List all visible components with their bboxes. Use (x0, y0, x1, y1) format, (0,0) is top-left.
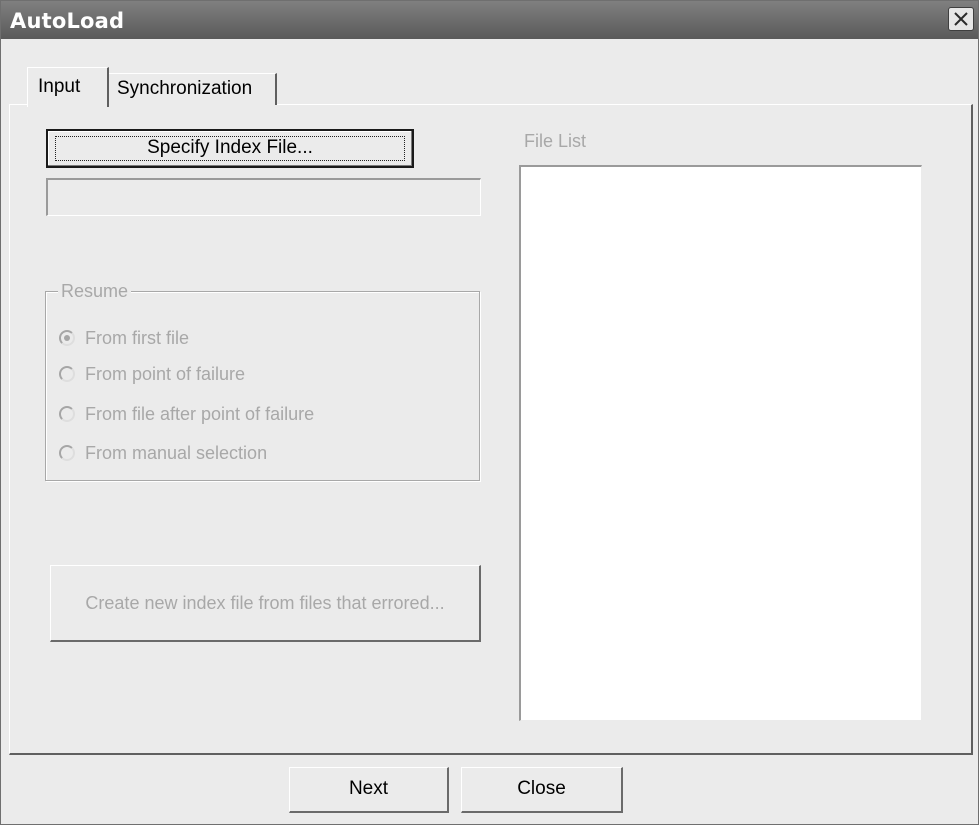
title-bar[interactable]: AutoLoad (1, 1, 978, 39)
close-button-label: Close (517, 778, 566, 799)
radio-from-point-of-failure[interactable]: From point of failure (59, 362, 245, 386)
radio-label: From file after point of failure (85, 403, 315, 424)
radio-from-first-file[interactable]: From first file (59, 326, 189, 350)
close-button[interactable]: Close (461, 767, 623, 813)
create-index-from-errors-label: Create new index file from files that er… (85, 593, 445, 613)
specify-index-file-button[interactable]: Specify Index File... (46, 129, 414, 168)
resume-group-legend: Resume (58, 281, 132, 302)
radio-unchecked-icon (59, 445, 75, 461)
next-button[interactable]: Next (289, 767, 449, 813)
radio-label: From point of failure (85, 363, 246, 384)
autoload-dialog: AutoLoad Input Synchronization Specify I… (0, 0, 979, 825)
radio-from-file-after-point-of-failure[interactable]: From file after point of failure (59, 402, 314, 426)
window-title: AutoLoad (10, 9, 125, 33)
create-index-from-errors-button[interactable]: Create new index file from files that er… (50, 565, 481, 642)
index-file-path-field[interactable] (46, 178, 481, 216)
close-icon (953, 11, 969, 27)
file-list-label: File List (524, 131, 587, 151)
tab-synchronization-label: Synchronization (117, 78, 253, 99)
radio-unchecked-icon (59, 366, 75, 382)
file-list-box[interactable] (519, 165, 922, 721)
radio-checked-icon (59, 330, 75, 346)
radio-from-manual-selection[interactable]: From manual selection (59, 441, 267, 465)
next-button-label: Next (348, 778, 389, 799)
tab-synchronization[interactable]: Synchronization (107, 73, 277, 105)
window-close-button[interactable] (948, 7, 974, 31)
radio-label: From manual selection (85, 442, 268, 463)
radio-label: From first file (85, 327, 190, 348)
focus-rectangle (55, 136, 405, 161)
tab-input-label: Input (38, 76, 81, 97)
radio-unchecked-icon (59, 406, 75, 422)
tab-input[interactable]: Input (27, 67, 109, 107)
